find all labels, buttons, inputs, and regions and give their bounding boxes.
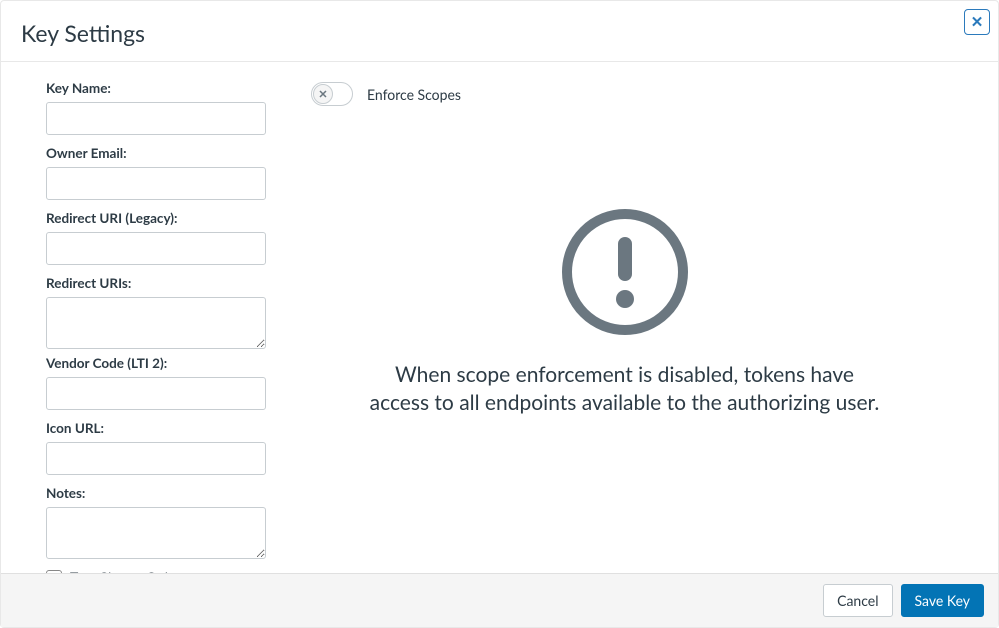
toggle-knob: ✕ xyxy=(313,84,333,104)
redirect-uri-legacy-input[interactable] xyxy=(46,232,266,265)
redirect-uri-legacy-group: Redirect URI (Legacy): xyxy=(46,210,281,265)
warning-icon xyxy=(560,207,690,341)
close-button[interactable]: ✕ xyxy=(964,9,990,35)
dialog-title: Key Settings xyxy=(21,19,978,47)
redirect-uris-group: Redirect URIs: xyxy=(46,275,281,353)
scopes-column: ✕ Enforce Scopes When scope enforcement … xyxy=(311,80,978,578)
icon-url-input[interactable] xyxy=(46,442,266,475)
owner-email-group: Owner Email: xyxy=(46,145,281,200)
warning-text: When scope enforcement is disabled, toke… xyxy=(365,361,885,418)
redirect-uris-input[interactable] xyxy=(46,297,266,349)
cancel-button[interactable]: Cancel xyxy=(823,584,892,617)
icon-url-group: Icon URL: xyxy=(46,420,281,475)
dialog-header: Key Settings xyxy=(1,1,998,62)
form-column: Key Name: Owner Email: Redirect URI (Leg… xyxy=(46,80,281,578)
dialog-body: Key Name: Owner Email: Redirect URI (Leg… xyxy=(1,62,998,588)
notes-label: Notes: xyxy=(46,485,281,501)
enforce-scopes-row: ✕ Enforce Scopes xyxy=(311,82,978,106)
key-name-label: Key Name: xyxy=(46,80,281,96)
close-icon: ✕ xyxy=(971,15,984,30)
redirect-uris-label: Redirect URIs: xyxy=(46,275,281,291)
icon-url-label: Icon URL: xyxy=(46,420,281,436)
vendor-code-input[interactable] xyxy=(46,377,266,410)
notes-input[interactable] xyxy=(46,507,266,559)
key-name-input[interactable] xyxy=(46,102,266,135)
dialog-footer: Cancel Save Key xyxy=(1,573,998,627)
vendor-code-label: Vendor Code (LTI 2): xyxy=(46,355,281,371)
warning-area: When scope enforcement is disabled, toke… xyxy=(311,106,978,578)
enforce-scopes-toggle[interactable]: ✕ xyxy=(311,82,353,106)
x-icon: ✕ xyxy=(318,88,327,101)
owner-email-label: Owner Email: xyxy=(46,145,281,161)
vendor-code-group: Vendor Code (LTI 2): xyxy=(46,355,281,410)
save-key-button[interactable]: Save Key xyxy=(901,584,984,617)
key-name-group: Key Name: xyxy=(46,80,281,135)
notes-group: Notes: xyxy=(46,485,281,563)
owner-email-input[interactable] xyxy=(46,167,266,200)
enforce-scopes-label: Enforce Scopes xyxy=(367,86,461,103)
redirect-uri-legacy-label: Redirect URI (Legacy): xyxy=(46,210,281,226)
